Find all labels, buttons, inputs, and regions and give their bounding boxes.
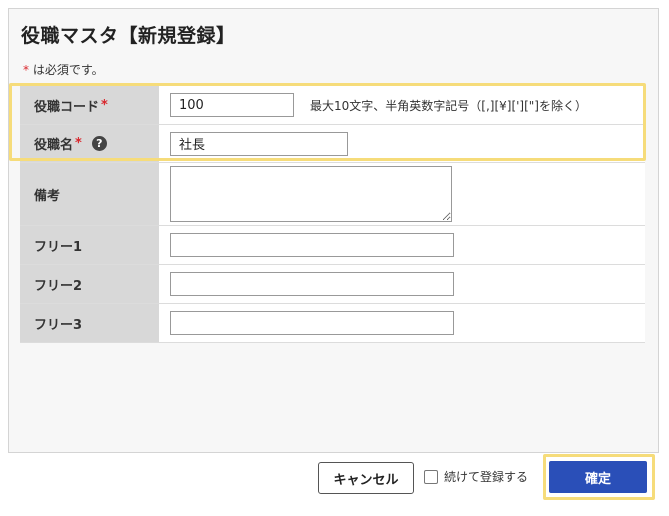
row-free2: フリー2 [20, 265, 645, 304]
row-remarks: 備考 [20, 163, 645, 226]
continue-register-label: 続けて登録する [444, 470, 529, 484]
free1-label: フリー1 [20, 226, 160, 264]
row-free3: フリー3 [20, 304, 645, 343]
cancel-button[interactable]: キャンセル [318, 462, 414, 494]
free2-cell [160, 265, 645, 303]
help-icon[interactable]: ? [91, 136, 107, 151]
row-position-name: 役職名 * ? [20, 125, 645, 163]
position-code-cell: 最大10文字、半角英数字記号（[,][¥][']["]を除く） [160, 86, 645, 124]
position-code-label: 役職コード * [20, 86, 160, 124]
free2-label: フリー2 [20, 265, 160, 303]
position-name-label: 役職名 * ? [20, 125, 160, 162]
registration-form: 役職コード* 最大10文字、半角英数字記号（[,][¥][']["]を除く） 役… [20, 86, 645, 343]
free3-input[interactable] [170, 311, 454, 335]
remarks-cell [160, 163, 645, 225]
required-note-text: は必須です。 [29, 63, 104, 77]
position-code-hint: 最大10文字、半角英数字記号（[,][¥][']["]を除く） [310, 98, 587, 113]
row-free1: フリー1 [20, 226, 645, 265]
free1-cell [160, 226, 645, 264]
continue-register-option[interactable]: 続けて登録する [424, 468, 528, 485]
free3-label: フリー3 [20, 304, 160, 342]
position-name-input[interactable] [170, 131, 348, 156]
free1-input[interactable] [170, 233, 454, 257]
row-position-code: 役職コード* 最大10文字、半角英数字記号（[,][¥][']["]を除く） [20, 86, 645, 125]
position-name-cell [160, 125, 645, 162]
remarks-textarea[interactable] [170, 166, 452, 222]
free3-cell [160, 304, 645, 342]
page-title: 役職マスタ【新規登録】 [21, 25, 236, 47]
footer-bar: キャンセル 続けて登録する 確定 [8, 452, 659, 500]
free2-input[interactable] [170, 272, 454, 296]
remarks-label: 備考 [20, 163, 160, 225]
confirm-button[interactable]: 確定 [549, 461, 647, 493]
checkbox-icon[interactable] [424, 469, 438, 484]
required-note: * は必須です。 [23, 61, 104, 78]
position-code-input[interactable] [170, 93, 294, 117]
